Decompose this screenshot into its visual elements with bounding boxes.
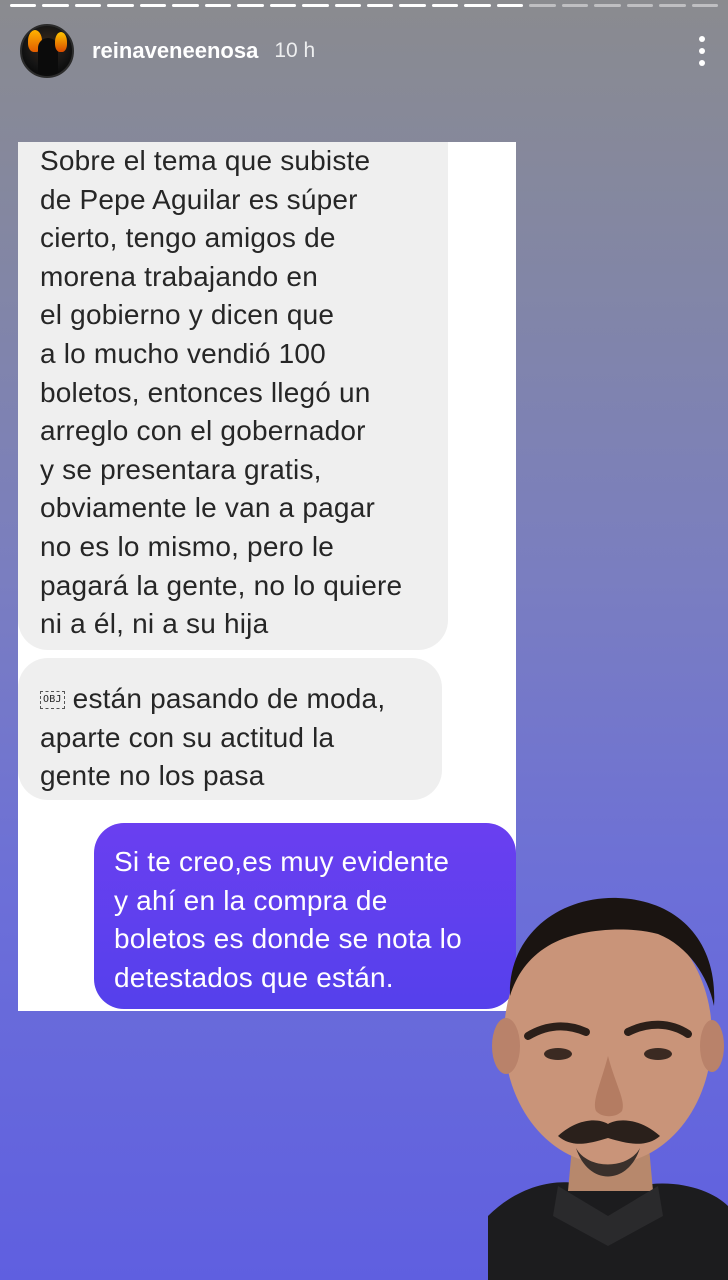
- outgoing-message-bubble: Si te creo,es muy evidente y ahí en la c…: [94, 823, 516, 1009]
- username[interactable]: reinaveneenosa: [92, 38, 258, 64]
- message-line: ni a él, ni a su hija: [40, 608, 269, 640]
- message-line: Si te creo,es muy evidente: [114, 846, 450, 877]
- profile-avatar[interactable]: [20, 24, 74, 78]
- incoming-message-bubble: Sobre el tema que subiste de Pepe Aguila…: [18, 142, 448, 650]
- story-progress-segment: [334, 4, 361, 7]
- story-progress-segment: [464, 4, 491, 7]
- message-line: pagará la gente, no lo quiere: [40, 569, 403, 601]
- story-progress-segment: [691, 4, 718, 7]
- message-line: Sobre el tema que subiste: [40, 145, 371, 176]
- story-progress-segment: [561, 4, 589, 7]
- story-progress-segment: [107, 4, 134, 7]
- story-progress-segment: [626, 4, 654, 7]
- message-line: cierto, tengo amigos de: [40, 222, 336, 254]
- message-line: obviamente le van a pagar: [40, 492, 375, 524]
- story-header: reinaveneenosa 10 h: [20, 22, 708, 80]
- message-line: y ahí en la compra de: [114, 884, 388, 916]
- story-progress-segment: [302, 4, 329, 7]
- story-progress-segment: [431, 4, 459, 7]
- message-line: boletos, entonces llegó un: [40, 376, 371, 408]
- message-line: están pasando de moda,: [72, 683, 386, 714]
- story-progress-segment: [496, 4, 524, 7]
- message-line: no es lo mismo, pero le: [40, 530, 335, 562]
- story-progress-segment: [10, 4, 37, 7]
- object-replacement-icon: OBJ: [40, 691, 65, 709]
- story-progress-segment: [366, 4, 394, 7]
- story-progress-segment: [139, 4, 167, 7]
- story-progress-segment: [204, 4, 232, 7]
- message-line: y se presentara gratis,: [40, 453, 322, 485]
- message-line: detestados que están.: [114, 961, 394, 993]
- story-progress-segment: [237, 4, 264, 7]
- message-line: gente no los pasa: [40, 760, 265, 792]
- more-vertical-icon[interactable]: [696, 36, 708, 66]
- message-line: a lo mucho vendió 100: [40, 337, 326, 369]
- incoming-message-bubble: OBJ están pasando de moda, aparte con su …: [18, 658, 442, 800]
- chat-screenshot: Sobre el tema que subiste de Pepe Aguila…: [18, 142, 516, 1011]
- story-progress-segment: [74, 4, 102, 7]
- message-line: arreglo con el gobernador: [40, 415, 366, 447]
- story-progress-segment: [594, 4, 621, 7]
- story-progress-segment: [42, 4, 69, 7]
- message-line: boletos es donde se nota lo: [114, 923, 462, 955]
- time-ago: 10 h: [274, 39, 316, 62]
- message-line: aparte con su actitud la: [40, 721, 335, 753]
- message-line: de Pepe Aguilar es súper: [40, 183, 358, 215]
- person-portrait-sticker: [488, 897, 728, 1280]
- message-line: el gobierno y dicen que: [40, 299, 335, 331]
- story-progress-bar: [10, 4, 718, 8]
- story-progress-segment: [172, 4, 199, 7]
- story-progress-segment: [269, 4, 297, 7]
- story-progress-segment: [399, 4, 426, 7]
- message-line: morena trabajando en: [40, 260, 318, 292]
- story-progress-segment: [659, 4, 686, 7]
- story-progress-segment: [529, 4, 556, 7]
